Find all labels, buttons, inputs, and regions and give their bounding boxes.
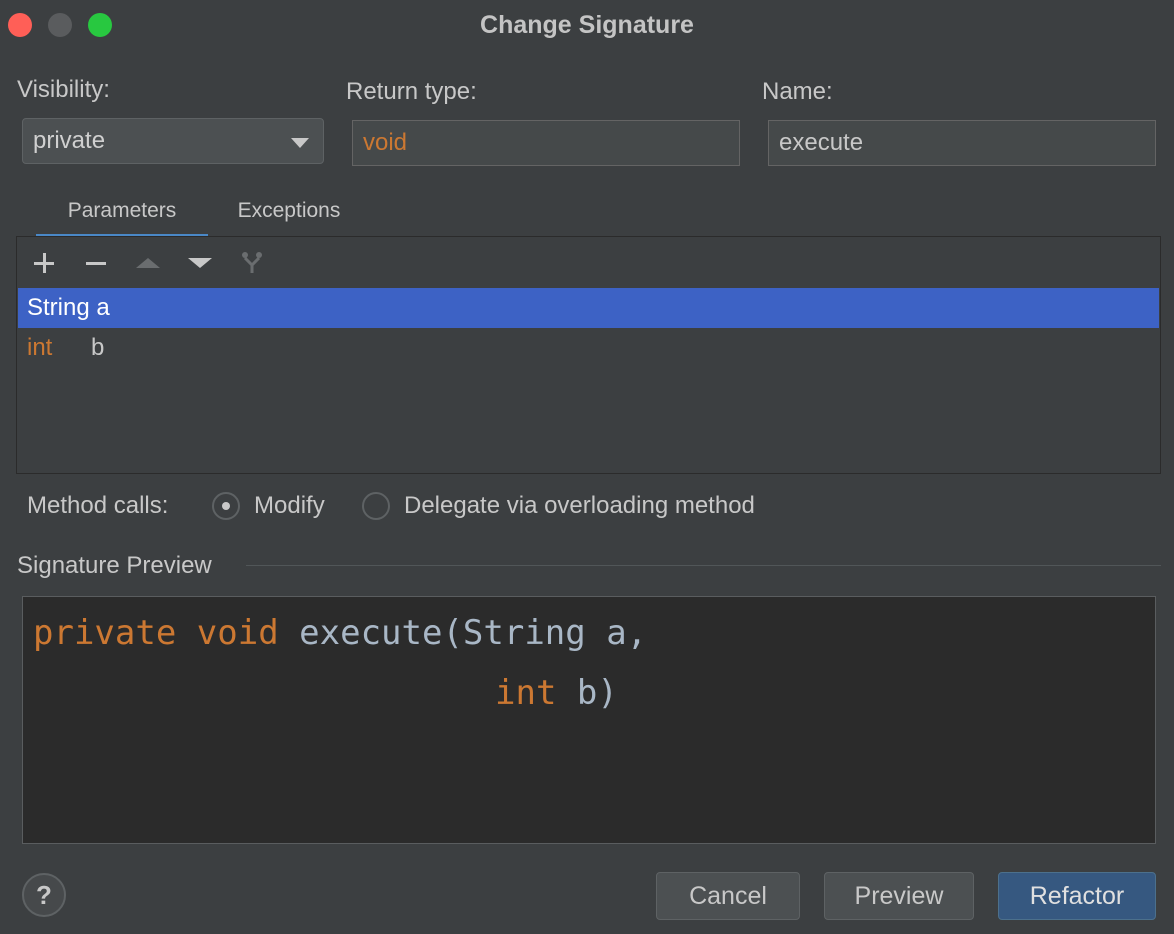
name-label: Name: [762,78,833,105]
parameter-type: int [27,334,53,361]
preview-button[interactable]: Preview [824,872,974,920]
move-up-icon[interactable] [132,247,164,279]
visibility-label: Visibility: [17,76,110,103]
dialog-title: Change Signature [480,11,694,39]
modify-radio-label[interactable]: Modify [254,492,325,520]
refactor-button[interactable]: Refactor [998,872,1156,920]
return-type-label: Return type: [346,78,477,105]
tab-exceptions[interactable]: Exceptions [214,196,364,238]
propagate-icon[interactable] [236,247,268,279]
delegate-radio[interactable] [362,492,390,520]
method-calls-label: Method calls: [27,492,169,519]
preview-line-2: int b) [495,673,618,713]
parameter-row-a[interactable]: String a [18,288,1159,328]
parameters-panel: String a int b [16,236,1161,474]
add-icon[interactable] [28,247,60,279]
parameter-row-b[interactable]: int b [18,328,1159,368]
name-field[interactable]: execute [768,120,1156,166]
delegate-radio-label[interactable]: Delegate via overloading method [404,492,755,520]
move-down-icon[interactable] [184,247,216,279]
return-type-field[interactable]: void [352,120,740,166]
tab-parameters[interactable]: Parameters [36,196,208,238]
signature-preview-editor: private void execute(String a, int b) [22,596,1156,844]
chevron-down-icon [291,138,309,148]
section-divider [246,565,1161,566]
visibility-value: private [33,127,106,154]
parameter-name: b [91,334,105,361]
signature-preview-label: Signature Preview [17,552,212,579]
cancel-button[interactable]: Cancel [656,872,800,920]
modify-radio[interactable] [212,492,240,520]
remove-icon[interactable] [80,247,112,279]
help-button[interactable]: ? [22,873,66,917]
preview-line-1: private void execute(String a, [33,613,648,653]
parameter-label: String a [27,294,110,321]
title-bar: Change Signature [0,0,1174,50]
visibility-dropdown[interactable]: private [22,118,324,164]
